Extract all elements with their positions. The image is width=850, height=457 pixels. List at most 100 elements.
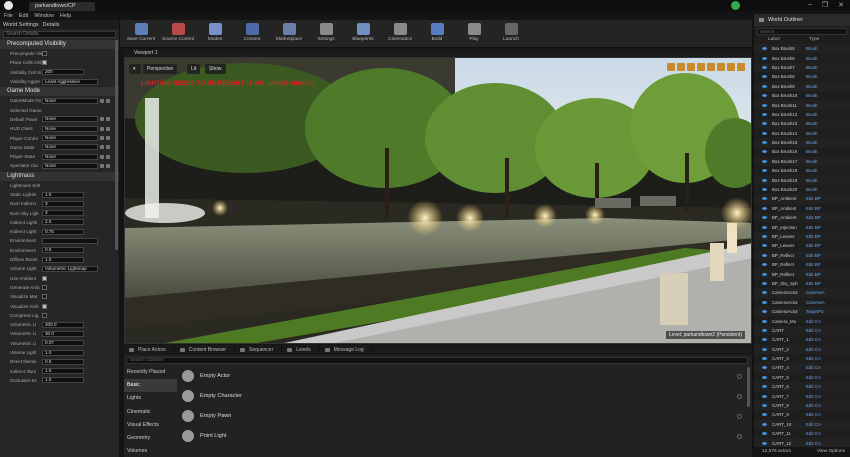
actor-item[interactable]: Point Light <box>178 426 748 446</box>
browse-icon[interactable] <box>100 163 104 168</box>
visibility-eye-icon[interactable] <box>762 394 767 398</box>
search-asset-icon[interactable] <box>106 126 110 131</box>
outliner-search-input[interactable]: Search... <box>757 28 847 35</box>
outliner-type[interactable]: CameraA <box>806 300 832 305</box>
world-local-icon[interactable] <box>697 63 705 71</box>
browse-icon[interactable] <box>100 98 104 103</box>
property-field[interactable]: 30.0 <box>42 330 84 337</box>
visibility-eye-icon[interactable] <box>762 169 767 173</box>
scale-tool-icon[interactable] <box>687 63 695 71</box>
outliner-row[interactable]: CameraActor TargetPo <box>754 306 850 317</box>
outliner-row[interactable]: CART_10 Edit CA <box>754 419 850 430</box>
property-field[interactable]: None <box>42 125 98 132</box>
visibility-eye-icon[interactable] <box>762 65 767 69</box>
snap-grid-icon[interactable] <box>707 63 715 71</box>
visibility-eye-icon[interactable] <box>762 216 767 220</box>
visibility-eye-icon[interactable] <box>762 300 767 304</box>
toolbar-button[interactable]: Blueprints <box>346 22 380 46</box>
column-label[interactable]: Label <box>768 37 809 44</box>
minimize-button[interactable]: – <box>808 1 812 9</box>
category-item[interactable]: Cinematic <box>124 406 177 419</box>
browse-icon[interactable] <box>100 145 104 150</box>
outliner-type[interactable]: Edit CA <box>806 403 832 408</box>
tab-world-settings[interactable]: World Settings <box>3 22 39 28</box>
section-header[interactable]: Lightmass <box>0 171 119 181</box>
outliner-type[interactable]: Brush <box>806 131 832 136</box>
search-asset-icon[interactable] <box>106 145 110 150</box>
outliner-type[interactable]: Brush <box>806 140 832 145</box>
outliner-type[interactable]: Brush <box>806 168 832 173</box>
search-asset-icon[interactable] <box>106 136 110 141</box>
outliner-row[interactable]: Box Brush20 Brush <box>754 185 850 194</box>
viewport-tab[interactable]: Viewport 1 <box>134 50 158 56</box>
category-item[interactable]: Volumes <box>124 445 177 457</box>
visibility-eye-icon[interactable] <box>762 291 767 295</box>
property-field[interactable]: 200.0 <box>42 321 84 328</box>
category-item[interactable]: Basic <box>124 379 177 393</box>
view-options-button[interactable]: View Options <box>817 447 845 457</box>
outliner-row[interactable]: Box Brush18 Brush <box>754 166 850 175</box>
visibility-eye-icon[interactable] <box>762 103 767 107</box>
outliner-row[interactable]: BP_Reflect Edit BP <box>754 260 850 269</box>
outliner-type[interactable]: Edit BP <box>806 253 832 258</box>
property-checkbox[interactable] <box>42 303 47 309</box>
property-field[interactable]: 1.0 <box>42 191 84 198</box>
toolbar-button[interactable]: Build <box>420 22 454 46</box>
outliner-type[interactable]: Edit CA <box>806 337 832 342</box>
outliner-type[interactable]: Brush <box>806 112 832 117</box>
help-icon[interactable] <box>737 373 742 379</box>
property-field[interactable]: 1.0 <box>42 349 84 356</box>
visibility-eye-icon[interactable] <box>762 328 767 332</box>
maximize-viewport-icon[interactable] <box>737 63 745 71</box>
outliner-type[interactable]: Brush <box>806 178 832 183</box>
property-checkbox[interactable] <box>42 294 47 300</box>
visibility-eye-icon[interactable] <box>762 375 767 379</box>
visibility-eye-icon[interactable] <box>762 47 767 51</box>
outliner-row[interactable]: BP_Sky_Sph Edit BP <box>754 279 850 288</box>
visibility-eye-icon[interactable] <box>762 112 767 116</box>
outliner-row[interactable]: Box Brush16 Brush <box>754 147 850 156</box>
outliner-row[interactable]: Box Brush7 Brush <box>754 62 850 73</box>
actor-item[interactable]: Empty Character <box>178 386 748 406</box>
perspective-button[interactable]: Perspective <box>143 64 178 74</box>
section-header[interactable]: Game Mode <box>0 87 119 97</box>
property-field[interactable]: 1.0 <box>42 368 84 375</box>
outliner-type[interactable]: Edit BP <box>806 234 832 239</box>
visibility-eye-icon[interactable] <box>762 413 767 417</box>
outliner-row[interactable]: CameraActor CameraA <box>754 298 850 307</box>
property-field[interactable]: 1.0 <box>42 377 84 384</box>
outliner-row[interactable]: BP_Ambient Edit BP <box>754 204 850 213</box>
visibility-eye-icon[interactable] <box>762 441 767 445</box>
maximize-button[interactable]: ❐ <box>822 1 828 9</box>
outliner-row[interactable]: Box Brush12 Brush <box>754 110 850 119</box>
outliner-row[interactable]: BP_Reflect Edit BP <box>754 250 850 260</box>
visibility-eye-icon[interactable] <box>762 338 767 342</box>
outliner-type[interactable]: Edit BP <box>806 243 832 248</box>
outliner-type[interactable]: Brush <box>806 74 832 79</box>
menu-window[interactable]: Window <box>34 13 54 19</box>
visibility-eye-icon[interactable] <box>762 432 767 436</box>
class-search-input[interactable]: Search Classes <box>126 357 748 364</box>
property-field[interactable]: None <box>42 144 98 151</box>
outliner-type[interactable]: Edit CA <box>806 441 832 446</box>
property-field[interactable]: None <box>42 162 98 169</box>
outliner-type[interactable]: Edit CA <box>806 319 832 324</box>
outliner-type[interactable]: Brush <box>806 46 832 51</box>
visibility-eye-icon[interactable] <box>762 357 767 361</box>
section-header[interactable]: Precomputed Visibility <box>0 40 119 49</box>
outliner-type[interactable]: Edit CA <box>806 431 832 436</box>
visibility-eye-icon[interactable] <box>762 122 767 126</box>
visibility-eye-icon[interactable] <box>762 159 767 163</box>
help-icon[interactable] <box>737 413 742 419</box>
outliner-row[interactable]: CART_1 Edit CA <box>754 335 850 344</box>
category-item[interactable]: Recently Placed <box>124 366 177 379</box>
outliner-row[interactable]: Camera_Mo Edit CA <box>754 316 850 325</box>
level-document-tab[interactable]: parkandtown/CP <box>29 2 95 11</box>
details-scrollbar[interactable] <box>115 40 118 250</box>
category-item[interactable]: Geometry <box>124 432 177 445</box>
tab-sequencer[interactable]: Sequencer <box>235 345 283 355</box>
viewport-options-button[interactable]: ▾ <box>129 64 141 74</box>
visibility-eye-icon[interactable] <box>762 131 767 135</box>
outliner-type[interactable]: Edit BP <box>806 272 832 277</box>
outliner-type[interactable]: Brush <box>806 121 832 126</box>
